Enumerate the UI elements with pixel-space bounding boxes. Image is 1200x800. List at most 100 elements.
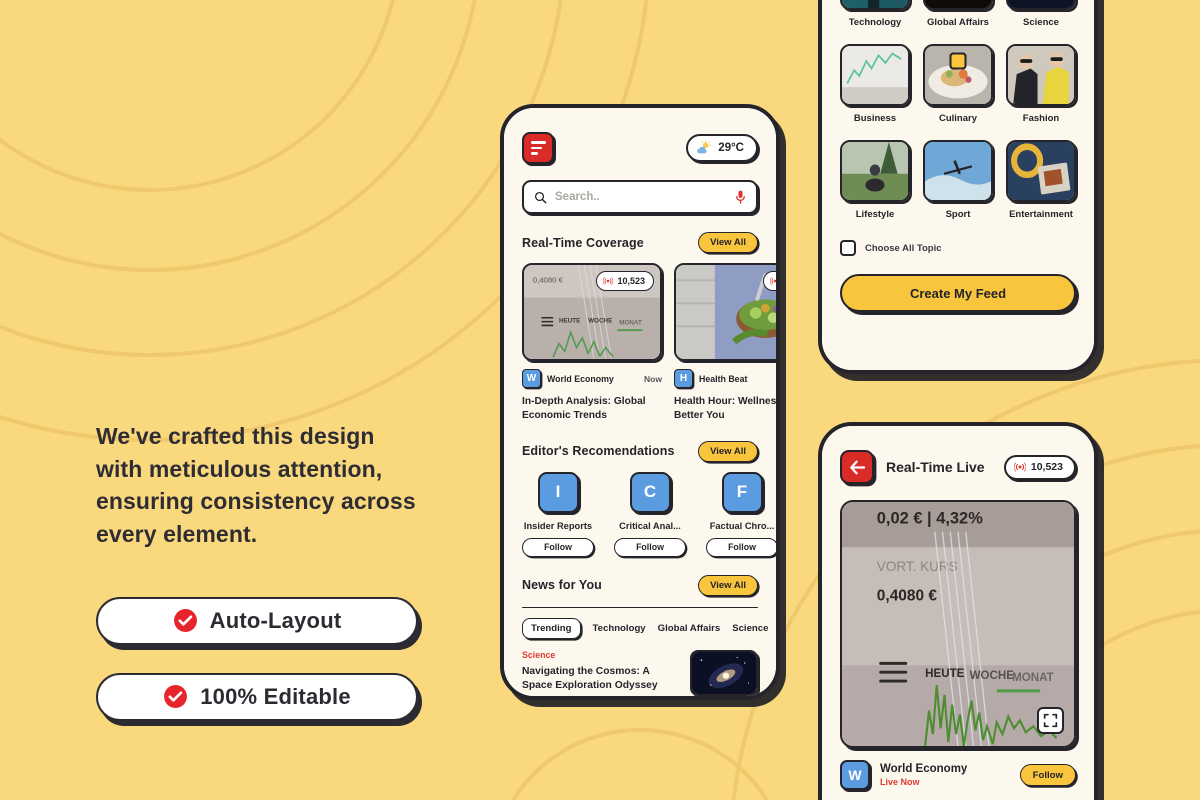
- topic-global-affairs[interactable]: Global Affairs: [923, 0, 993, 28]
- live-source-row: W World Economy Live Now Follow: [840, 760, 1076, 790]
- check-circle-icon: [164, 685, 188, 709]
- topic-grid[interactable]: Technology Global Affairs Science Busine…: [840, 0, 1076, 220]
- check-circle-icon: [173, 609, 197, 633]
- topic-technology[interactable]: Technology: [840, 0, 910, 28]
- broadcast-icon: [603, 277, 614, 285]
- live-source-status: Live Now: [880, 777, 920, 787]
- editor-item[interactable]: C Critical Anal... Follow: [614, 471, 686, 557]
- search-icon: [534, 191, 547, 203]
- topic-label: Sport: [945, 209, 971, 220]
- topic-thumbnail: [840, 44, 910, 106]
- marketing-copy-pane: We've crafted this design with meticulou…: [96, 420, 456, 721]
- search-input-placeholder: Search..: [555, 191, 600, 203]
- topic-label: Technology: [848, 17, 902, 28]
- live-topbar: Real-Time Live 10,523: [840, 450, 1076, 484]
- story-headline[interactable]: Health Hour: Wellness T a Better You: [674, 395, 776, 423]
- fullscreen-icon[interactable]: [1037, 707, 1064, 734]
- feed-article-row[interactable]: Science Navigating the Cosmos: A Space E…: [522, 650, 758, 696]
- view-all-button-realtime[interactable]: View All: [698, 232, 758, 253]
- topic-thumbnail: [923, 140, 993, 202]
- topic-sport[interactable]: Sport: [923, 52, 993, 220]
- home-topbar: 29°C: [522, 132, 758, 164]
- follow-button[interactable]: Follow: [1019, 764, 1076, 786]
- feed-article-title[interactable]: Navigating the Cosmos: A Space Explorati…: [522, 665, 680, 693]
- follow-button[interactable]: Follow: [706, 537, 776, 557]
- live-source-name: World Economy: [880, 763, 968, 775]
- svg-text:WOCHE: WOCHE: [970, 669, 1015, 682]
- svg-text:0,4080 €: 0,4080 €: [533, 275, 564, 284]
- source-avatar: W: [522, 369, 541, 388]
- phone-mockup-home: 29°C Search.. Real-Time Coverage View Al…: [500, 104, 780, 700]
- search-bar[interactable]: Search..: [522, 180, 758, 214]
- feature-pill-auto-layout[interactable]: Auto-Layout: [96, 596, 418, 645]
- story-thumbnail-stock-chart: 0,4080 € HEUTE WOCHE MONAT 10,523: [522, 263, 662, 361]
- topic-label: Business: [853, 113, 897, 124]
- story-card[interactable]: 0,4080 € HEUTE WOCHE MONAT 10,523 W Worl…: [522, 263, 662, 423]
- editor-item[interactable]: F Factual Chro... Follow: [706, 471, 776, 557]
- story-meta: W World Economy Now: [522, 369, 662, 388]
- feature-pill-label: 100% Editable: [200, 683, 351, 709]
- tab-science[interactable]: Science: [732, 623, 768, 634]
- story-card[interactable]: 15, H Health Beat Health Hour: Wellness …: [674, 263, 776, 423]
- tab-technology[interactable]: Technology: [593, 623, 646, 634]
- live-video-player[interactable]: 0,02 € | 4,32% VORT. KURS 0,4080 € HEUTE…: [840, 500, 1076, 748]
- topic-fashion[interactable]: Fashion: [1006, 44, 1076, 124]
- topic-science[interactable]: Science: [1006, 0, 1076, 28]
- topic-selected-check: [949, 52, 967, 70]
- topic-label: Science: [1023, 17, 1059, 28]
- topic-thumbnail: [840, 0, 910, 10]
- svg-text:MONAT: MONAT: [1012, 671, 1054, 684]
- view-all-button-editors[interactable]: View All: [698, 440, 758, 462]
- topic-label: Lifestyle: [855, 209, 895, 220]
- story-meta: H Health Beat: [674, 369, 776, 388]
- view-all-button-newsforyou[interactable]: View All: [698, 574, 758, 596]
- tab-trending[interactable]: Trending: [522, 618, 581, 640]
- arrow-left-icon[interactable]: [840, 450, 874, 484]
- svg-text:0,4080 €: 0,4080 €: [877, 587, 937, 604]
- weather-badge[interactable]: 29°C: [686, 134, 758, 162]
- story-thumbnail-salad: 15,: [674, 263, 776, 361]
- live-viewer-chip: 10,523: [596, 271, 654, 291]
- editor-name: Critical Anal...: [619, 520, 681, 531]
- choose-all-label: Choose All Topic: [865, 242, 942, 254]
- choose-all-checkbox[interactable]: [840, 240, 856, 256]
- follow-button[interactable]: Follow: [614, 537, 686, 557]
- choose-all-row[interactable]: Choose All Topic: [840, 240, 1076, 256]
- editor-item[interactable]: I Insider Reports Follow: [522, 471, 594, 557]
- broadcast-icon: [1013, 462, 1026, 472]
- topic-thumbnail: [923, 0, 993, 10]
- story-timestamp: Now: [644, 373, 662, 384]
- section-header-newsforyou: News for You View All: [522, 574, 758, 596]
- story-source-name: Health Beat: [699, 373, 748, 384]
- svg-text:MONAT: MONAT: [619, 320, 642, 327]
- create-my-feed-button[interactable]: Create My Feed: [840, 274, 1076, 312]
- follow-button[interactable]: Follow: [522, 537, 594, 557]
- sun-cloud-icon: [697, 141, 712, 154]
- story-headline[interactable]: In-Depth Analysis: Global Economic Trend…: [522, 395, 662, 423]
- realtime-story-rail[interactable]: 0,4080 € HEUTE WOCHE MONAT 10,523 W Worl…: [522, 263, 776, 423]
- microphone-icon[interactable]: [735, 190, 746, 204]
- home-screen: 29°C Search.. Real-Time Coverage View Al…: [504, 108, 776, 696]
- live-detail-screen: Real-Time Live 10,523 0,02 € | 4,32% VOR…: [822, 426, 1094, 800]
- editor-avatar: I: [537, 471, 579, 513]
- section-divider: [522, 606, 758, 609]
- section-title: News for You: [522, 578, 602, 593]
- broadcast-icon: [770, 277, 776, 285]
- feature-pill-editable[interactable]: 100% Editable: [96, 672, 418, 721]
- editor-name: Factual Chro...: [709, 520, 775, 531]
- topic-thumbnail: [1006, 140, 1076, 202]
- section-title: Real-Time Coverage: [522, 235, 644, 250]
- topic-business[interactable]: Business: [840, 44, 910, 124]
- feed-tab-list[interactable]: Trending Technology Global Affairs Scien…: [522, 618, 768, 640]
- section-header-realtime: Real-Time Coverage View All: [522, 232, 758, 253]
- editors-rail[interactable]: I Insider Reports Follow C Critical Anal…: [522, 471, 776, 557]
- tab-global-affairs[interactable]: Global Affairs: [658, 623, 721, 634]
- feature-pill-label: Auto-Layout: [209, 607, 342, 633]
- topic-lifestyle[interactable]: Lifestyle: [840, 52, 967, 220]
- editor-name: Insider Reports: [523, 520, 593, 531]
- topic-entertainment[interactable]: Entertainment: [1006, 140, 1076, 220]
- editor-avatar: C: [629, 471, 671, 513]
- topic-thumbnail: [840, 140, 910, 202]
- svg-text:HEUTE: HEUTE: [559, 318, 580, 325]
- hamburger-menu-icon[interactable]: [522, 132, 554, 164]
